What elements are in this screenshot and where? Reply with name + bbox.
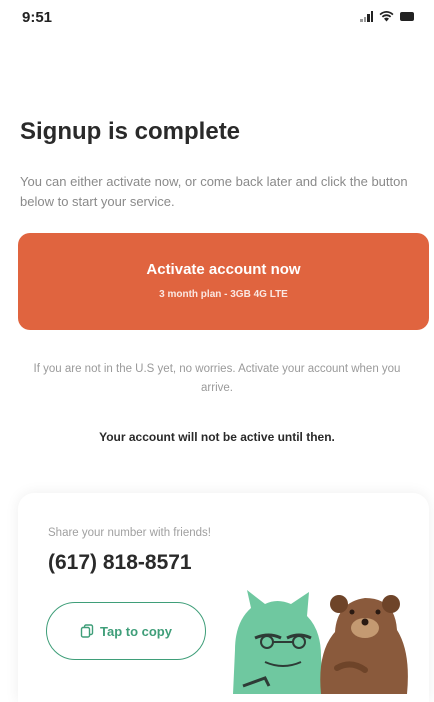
- copy-button-label: Tap to copy: [100, 623, 172, 639]
- notice-text: If you are not in the U.S yet, no worrie…: [33, 363, 401, 394]
- copy-icon: [80, 624, 94, 638]
- page-title: Signup is complete: [20, 118, 241, 145]
- warning-text: Your account will not be active until th…: [99, 430, 335, 444]
- page-subtitle: You can either activate now, or come bac…: [20, 174, 408, 209]
- plan-details: 3 month plan - 3GB 4G LTE: [159, 289, 288, 300]
- phone-number: (617) 818-8571: [48, 551, 192, 574]
- activate-button-label: Activate account now: [146, 261, 301, 278]
- mascot-illustration: [233, 590, 408, 694]
- status-time: 9:51: [22, 9, 53, 26]
- status-icons: [360, 11, 414, 22]
- bear-mascot: [320, 595, 408, 694]
- status-bar: 9:51: [0, 0, 434, 40]
- activate-account-button[interactable]: Activate account now 3 month plan - 3GB …: [18, 233, 429, 330]
- share-label: Share your number with friends!: [48, 527, 211, 539]
- share-card: Share your number with friends! (617) 81…: [18, 493, 429, 702]
- wifi-icon: [379, 11, 394, 22]
- tap-to-copy-button[interactable]: Tap to copy: [46, 602, 206, 660]
- battery-icon: [400, 12, 414, 21]
- signal-icon: [360, 11, 373, 22]
- green-mascot: [233, 590, 323, 694]
